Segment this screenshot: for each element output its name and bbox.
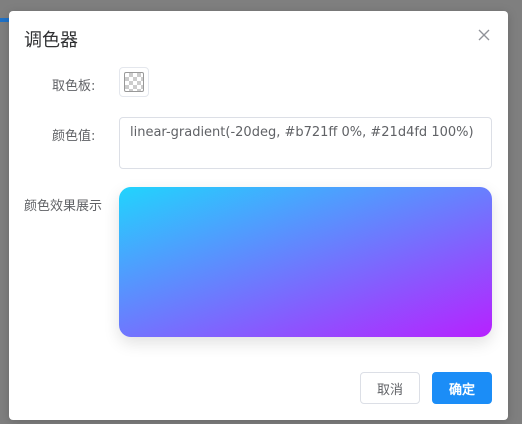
backdrop-accent-strip (0, 18, 9, 22)
value-label: 颜色值: (52, 129, 96, 144)
cancel-button[interactable]: 取消 (360, 372, 420, 404)
preview-label: 颜色效果展示 (24, 199, 103, 214)
confirm-button[interactable]: 确定 (432, 372, 492, 404)
transparent-checker-icon (124, 72, 144, 92)
gradient-preview (119, 187, 492, 337)
color-picker-dialog: 调色器 取色板: 颜色值: 颜色效果展示 取消 确定 (9, 11, 508, 420)
color-value-input[interactable] (119, 117, 492, 169)
color-picker-trigger[interactable] (119, 67, 149, 97)
picker-label: 取色板: (52, 79, 96, 94)
close-icon (478, 29, 490, 41)
dialog-title: 调色器 (24, 30, 78, 51)
close-button[interactable] (475, 26, 493, 44)
